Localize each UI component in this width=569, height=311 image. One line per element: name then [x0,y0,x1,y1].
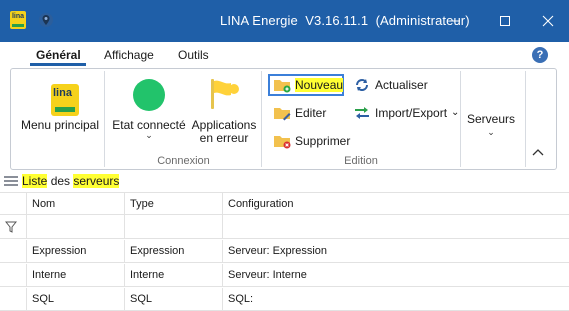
close-icon [542,15,554,27]
list-title: Liste des serveurs [22,174,120,188]
chevron-down-icon: ⌄ [145,130,153,140]
cell-type: SQL [124,288,222,311]
list-title-part2: des [47,174,74,188]
list-title-part3: serveurs [73,174,120,188]
help-icon[interactable]: ? [532,47,548,63]
row-indicator [0,264,26,287]
row-indicator-header [0,193,26,216]
editer-button[interactable]: Editer [273,102,326,124]
app-logo-text: lina [11,13,25,20]
maximize-button[interactable] [482,0,528,42]
folder-new-icon [274,80,291,93]
tab-outils[interactable]: Outils [178,48,209,62]
menu-principal-button[interactable]: lina Menu principal [17,73,103,153]
applications-en-erreur-button[interactable]: Applications en erreur [189,73,259,153]
cell-type: Interne [124,264,222,287]
table-row[interactable]: SQL SQL SQL: [0,288,569,311]
cell-configuration: Serveur: Interne [222,264,569,287]
etat-connecte-button[interactable]: Etat connecté ⌄ [111,73,187,153]
nouveau-label: Nouveau [295,78,344,92]
cell-nom: SQL [26,288,124,311]
collapse-ribbon-icon[interactable] [531,147,545,157]
serveurs-label: Serveurs [466,112,516,126]
column-header-configuration[interactable]: Configuration [222,193,569,216]
actualiser-button[interactable]: Actualiser [353,74,428,96]
ribbon-tabs: Général Affichage Outils ? [0,42,569,68]
maximize-icon [500,16,510,26]
filter-input-configuration[interactable] [222,216,569,239]
app-logo-icon: lina [10,11,26,29]
table-header-row: Nom Type Configuration [0,192,569,216]
serveurs-dropdown-button[interactable]: Serveurs ⌄ [463,113,519,143]
import-export-icon [355,107,369,119]
chevron-down-icon: ⌄ [487,127,495,137]
filter-input-type[interactable] [124,216,222,239]
column-header-type[interactable]: Type [124,193,222,216]
tab-general[interactable]: Général [36,48,81,62]
list-header: Liste des serveurs [0,172,569,190]
close-button[interactable] [525,0,569,42]
supprimer-button[interactable]: Supprimer [273,130,350,152]
editer-label: Editer [295,106,327,120]
flag-icon [211,79,239,109]
actualiser-label: Actualiser [375,78,428,92]
cell-type: Expression [124,240,222,263]
group-label-connexion: Connexion [157,155,210,167]
table-row[interactable]: Interne Interne Serveur: Interne [0,264,569,287]
supprimer-label: Supprimer [295,134,351,148]
pin-icon[interactable] [38,12,54,28]
title-bar: lina LINA Energie V3.16.11.1 (Administra… [0,0,569,42]
cell-configuration: Serveur: Expression [222,240,569,263]
list-icon [4,176,18,186]
applications-label-line2: en erreur [199,131,249,145]
row-indicator [0,240,26,263]
ribbon-separator [261,71,262,167]
folder-delete-icon [274,136,291,149]
ribbon-separator [104,71,105,167]
cell-configuration: SQL: [222,288,569,311]
list-title-part1: Liste [22,174,48,188]
ribbon-separator [460,71,461,167]
lina-logo-icon: lina [51,84,79,116]
cell-nom: Interne [26,264,124,287]
import-export-label: Import/Export [375,106,448,120]
table-row[interactable]: Expression Expression Serveur: Expressio… [0,240,569,263]
minimize-button[interactable] [432,0,478,42]
nouveau-button[interactable]: Nouveau [273,74,344,96]
refresh-icon [356,79,368,91]
connection-status-icon [133,79,165,111]
column-header-nom[interactable]: Nom [26,193,124,216]
filter-input-nom[interactable] [26,216,124,239]
filter-icon-cell[interactable] [0,216,26,239]
ribbon-panel: lina Menu principal Etat connecté ⌄ Appl… [10,68,557,170]
import-export-button[interactable]: Import/Export ⌄ [353,102,459,124]
row-indicator [0,288,26,311]
cell-nom: Expression [26,240,124,263]
filter-row [0,216,569,239]
menu-principal-label: Menu principal [20,118,100,132]
tab-affichage[interactable]: Affichage [104,48,154,62]
chevron-down-icon: ⌄ [451,107,460,118]
minimize-icon [450,20,460,22]
ribbon-separator [525,71,526,167]
folder-edit-icon [274,108,291,121]
active-tab-indicator [30,63,86,66]
filter-icon [4,221,18,233]
group-label-edition: Edition [344,155,378,167]
